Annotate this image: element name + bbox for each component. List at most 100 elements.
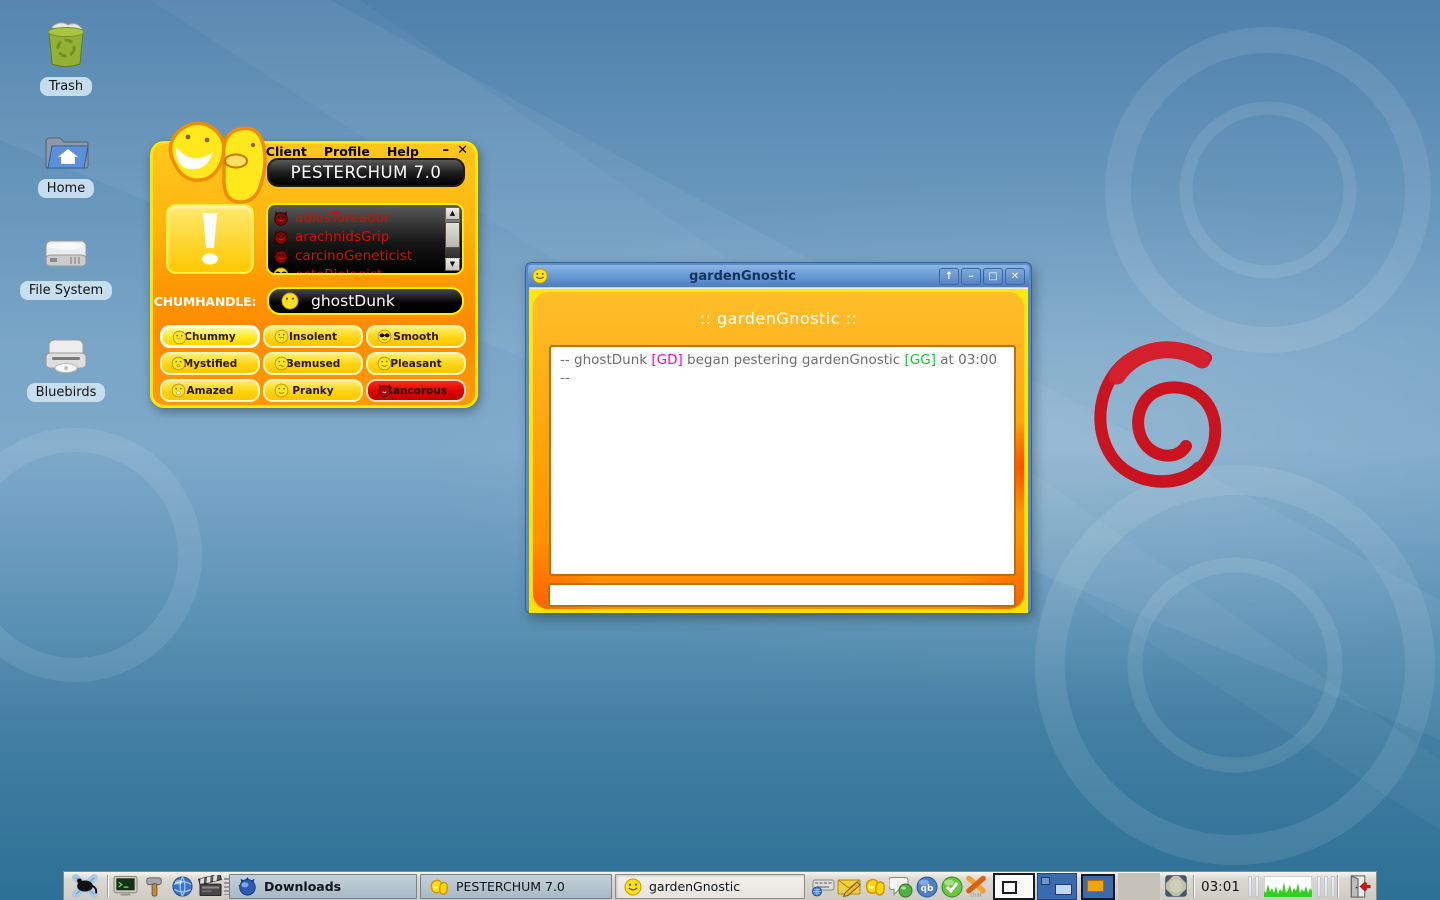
mood-button-bemused[interactable]: Bemused	[263, 352, 363, 375]
downloads-window-icon	[238, 877, 257, 896]
mood-label: Amazed	[187, 385, 234, 397]
devil-mood-icon	[273, 229, 289, 245]
mystified-icon	[171, 356, 186, 371]
xchat-icon: chat	[964, 875, 988, 898]
mood-label: Mystified	[183, 358, 238, 370]
mood-button-insolent[interactable]: Insolent	[263, 325, 363, 348]
scroll-up-button[interactable]: ▲	[445, 207, 460, 220]
chat-window-title: gardenGnostic	[548, 269, 937, 284]
pesterchum-blobs-logo	[161, 114, 279, 212]
mood-label: Pleasant	[390, 358, 441, 370]
workspace-1[interactable]	[993, 873, 1035, 900]
mood-label: Bemused	[286, 358, 340, 370]
show-desktop-button[interactable]	[1163, 874, 1189, 898]
desktop-icon-label: Home	[38, 179, 94, 198]
chum-row[interactable]: ectoBiologist	[273, 265, 442, 275]
xfce-menu-button[interactable]	[67, 874, 103, 898]
scrollbar-track[interactable]	[445, 220, 460, 258]
pesterchum-chums-icon	[864, 877, 886, 897]
mood-button-smooth[interactable]: Smooth	[366, 325, 466, 348]
minimize-button[interactable]: –	[443, 143, 450, 159]
desktop: Trash Home File System	[0, 0, 1440, 900]
chat-input[interactable]	[548, 583, 1016, 607]
tray-pesterchum[interactable]	[863, 875, 887, 898]
pranky-icon	[274, 383, 289, 398]
chummy-smiley-icon	[281, 292, 299, 310]
app-title: PESTERCHUM 7.0	[267, 158, 465, 187]
tray-xchat[interactable]: chat	[964, 875, 988, 898]
mood-button-mystified[interactable]: Mystified	[160, 352, 260, 375]
cpu-graph	[1264, 876, 1312, 897]
insolent-icon	[274, 329, 289, 344]
logout-door-icon	[1346, 874, 1372, 899]
close-button[interactable]: ✕	[1005, 268, 1025, 285]
message-text: at 03:00	[936, 352, 997, 368]
task-button-pesterchum[interactable]: PESTERCHUM 7.0	[420, 874, 612, 899]
close-button[interactable]: ✕	[457, 143, 468, 159]
preview-window	[1087, 880, 1104, 892]
chat-log[interactable]: -- ghostDunk [GD] began pestering garden…	[549, 345, 1016, 576]
mood-button-rancorous[interactable]: Rancorous	[366, 379, 466, 402]
maximize-button[interactable]: □	[983, 268, 1003, 285]
monitor-bars-right	[1317, 876, 1335, 897]
terminal-icon	[113, 875, 138, 897]
xfce-mouse-icon	[69, 874, 101, 898]
chat-titlebar[interactable]: gardenGnostic ↑ – □ ✕	[528, 265, 1029, 287]
desktop-icon-label: Bluebirds	[27, 383, 106, 402]
message-continuation: --	[560, 370, 1005, 388]
desktop-preview[interactable]	[1081, 874, 1115, 900]
harddrive-icon	[11, 236, 121, 274]
mood-button-pleasant[interactable]: Pleasant	[366, 352, 466, 375]
chum-name: arachnidsGrip	[295, 229, 389, 245]
chum-name: ectoBiologist	[295, 267, 382, 276]
workspace-2[interactable]	[1037, 873, 1077, 900]
task-button-downloads[interactable]: Downloads	[229, 874, 417, 899]
mood-button-amazed[interactable]: Amazed	[160, 379, 260, 402]
panel-separator	[1193, 875, 1195, 897]
desktop-icon-home[interactable]: Home	[11, 132, 121, 198]
menu-help[interactable]: Help	[387, 144, 419, 159]
tray-qbittorrent[interactable]: qb	[915, 875, 939, 898]
chumhandle-label: CHUMHANDLE:	[153, 294, 257, 309]
terminal-launcher[interactable]	[112, 874, 138, 898]
tray-spacer	[1118, 873, 1160, 900]
svg-text:chat: chat	[970, 893, 982, 898]
chum-row[interactable]: adiosToreador	[273, 208, 442, 227]
browser-launcher[interactable]	[169, 874, 195, 898]
mood-button-pranky[interactable]: Pranky	[263, 379, 363, 402]
panel-separator	[1337, 875, 1339, 897]
chummy-icon	[172, 330, 187, 345]
desktop-icon-filesystem[interactable]: File System	[11, 236, 121, 300]
chumhandle-field[interactable]: ghostDunk	[267, 287, 464, 315]
task-label: Downloads	[264, 879, 341, 894]
tray-messenger[interactable]	[889, 875, 913, 898]
gd-tag: [GD]	[651, 352, 682, 368]
menu-client[interactable]: Client	[266, 144, 307, 159]
media-launcher[interactable]	[197, 874, 223, 898]
pleasant-icon	[377, 356, 392, 371]
tray-compose-mail[interactable]	[837, 875, 861, 898]
tray-checker[interactable]	[940, 875, 964, 898]
menu-profile[interactable]: Profile	[324, 144, 370, 159]
chat-message: -- ghostDunk [GD] began pestering garden…	[560, 352, 1005, 370]
chum-name: carcinoGeneticist	[295, 248, 412, 264]
logout-button[interactable]	[1344, 874, 1374, 898]
chum-row[interactable]: arachnidsGrip	[273, 227, 442, 246]
debian-logo	[1090, 340, 1250, 500]
monitor-bars-left	[1248, 876, 1259, 897]
workspace-window	[1002, 881, 1017, 894]
task-label: gardenGnostic	[649, 879, 740, 894]
chum-row[interactable]: carcinoGeneticist	[273, 246, 442, 265]
scrollbar-thumb[interactable]	[445, 222, 460, 248]
desktop-icon-trash[interactable]: Trash	[11, 20, 121, 96]
desktop-icon-bluebirds[interactable]: Bluebirds	[11, 338, 121, 402]
minimize-button[interactable]: –	[961, 268, 981, 285]
tool-launcher[interactable]	[141, 874, 167, 898]
tray-keyboard-layout[interactable]	[811, 875, 835, 898]
panel-separator	[107, 875, 109, 897]
mood-button-chummy[interactable]: Chummy	[160, 325, 260, 348]
scroll-down-button[interactable]: ▼	[445, 258, 460, 271]
mood-label: Pranky	[292, 385, 333, 397]
shade-button[interactable]: ↑	[939, 268, 959, 285]
task-button-gardengnostic[interactable]: gardenGnostic	[615, 874, 805, 899]
